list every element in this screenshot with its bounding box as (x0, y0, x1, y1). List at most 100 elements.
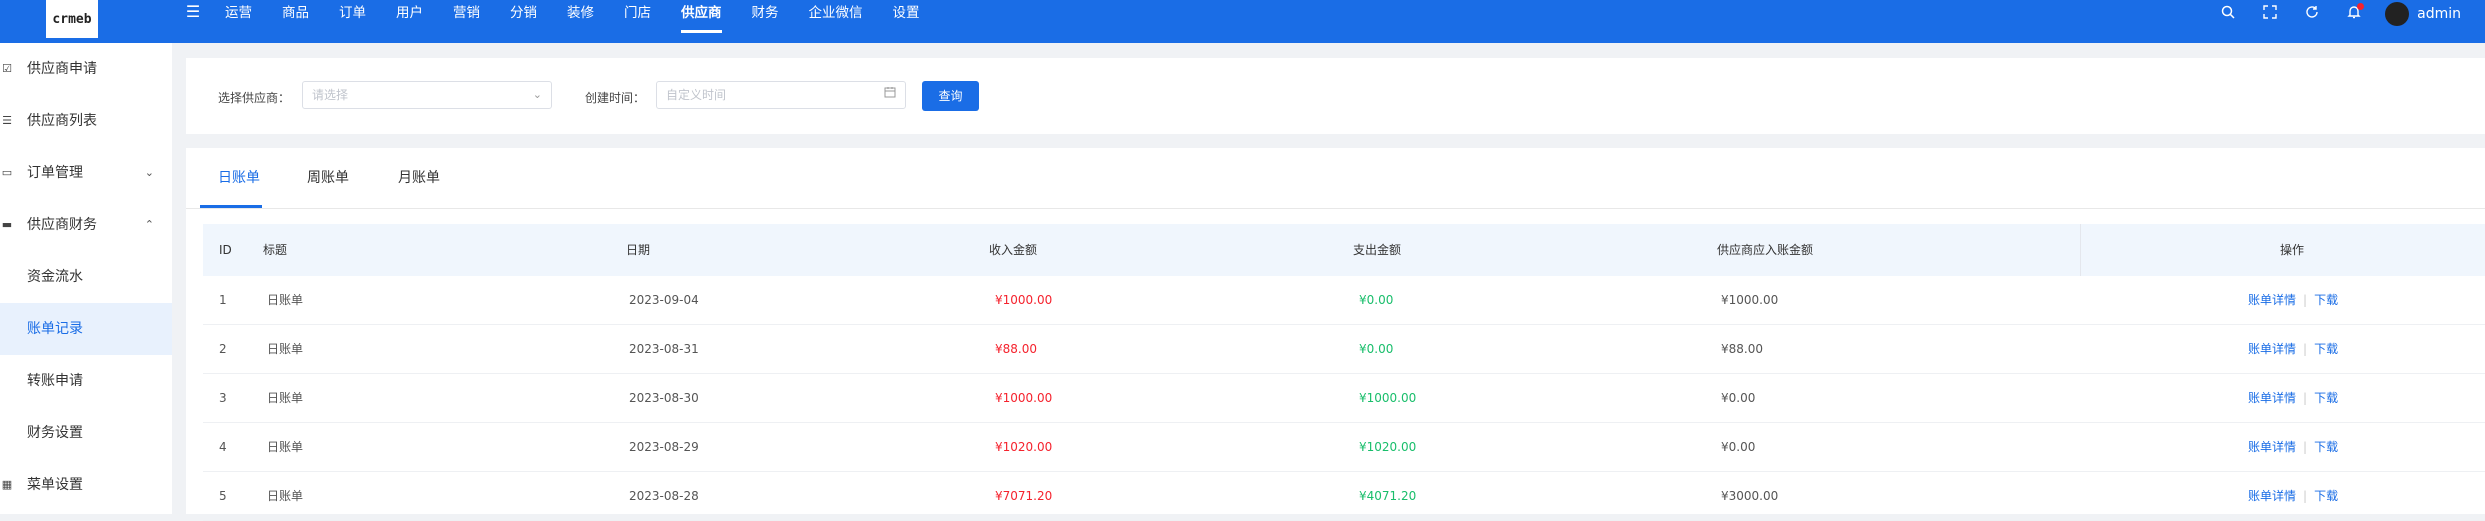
supplier-select[interactable]: 请选择 ⌄ (302, 81, 552, 109)
cell-actions: 账单详情 | 下载 (2248, 472, 2338, 520)
refresh-icon[interactable] (2301, 3, 2323, 25)
cell-income: ¥1000.00 (995, 391, 1053, 405)
cell-date: 2023-09-04 (629, 293, 699, 307)
cell-title: 日账单 (267, 342, 304, 356)
cell-expense: ¥4071.20 (1359, 489, 1417, 503)
cell-settle: ¥1000.00 (1721, 293, 1779, 307)
checkbox-icon: ☑ (2, 62, 12, 75)
bill-detail-link[interactable]: 账单详情 (2248, 489, 2296, 503)
cell-income: ¥1020.00 (995, 440, 1053, 454)
top-nav-item-supplier[interactable]: 供应商 (681, 0, 722, 33)
sidebar-item-bill-records[interactable]: 账单记录 (0, 303, 172, 355)
sidebar-item-supplier-finance[interactable]: ▬ 供应商财务 ⌃ (0, 199, 172, 251)
sidebar-item-label: 供应商财务 (27, 217, 97, 233)
cell-id: 4 (219, 440, 227, 454)
cell-date: 2023-08-29 (629, 440, 699, 454)
cell-id: 2 (219, 342, 227, 356)
cell-expense: ¥1000.00 (1359, 391, 1417, 405)
grid-icon: ▦ (1, 478, 13, 491)
menu-fold-icon[interactable]: ☰ (184, 3, 202, 21)
sidebar-item-label: 转账申请 (27, 373, 83, 389)
bill-detail-link[interactable]: 账单详情 (2248, 293, 2296, 307)
sidebar: ☑ 供应商申请 ☰ 供应商列表 ▭ 订单管理 ⌄ ▬ 供应商财务 ⌃ 资金流水 … (0, 43, 172, 514)
top-nav-item-finance[interactable]: 财务 (752, 0, 779, 27)
top-nav-item-user[interactable]: 用户 (396, 0, 423, 27)
top-nav-item-marketing[interactable]: 营销 (453, 0, 480, 27)
bill-detail-link[interactable]: 账单详情 (2248, 342, 2296, 356)
column-header-id: ID (219, 243, 232, 257)
cell-actions: 账单详情 | 下载 (2248, 325, 2338, 373)
top-nav-item-settings[interactable]: 设置 (893, 0, 920, 27)
column-header-expense: 支出金额 (1353, 243, 1402, 257)
sidebar-item-order-management[interactable]: ▭ 订单管理 ⌄ (0, 147, 172, 199)
tab-weekly-bill[interactable]: 周账单 (307, 148, 349, 208)
bill-detail-link[interactable]: 账单详情 (2248, 440, 2296, 454)
bill-panel: 日账单 周账单 月账单 ID 标题 日期 收入金额 支出金额 供应商应入账金额 … (186, 148, 2485, 521)
tab-monthly-bill[interactable]: 月账单 (398, 148, 440, 208)
cell-id: 5 (219, 489, 227, 503)
action-separator: | (2303, 391, 2308, 405)
chevron-up-icon: ⌃ (144, 218, 154, 231)
supplier-filter-label: 选择供应商： (218, 91, 291, 105)
supplier-select-placeholder: 请选择 (312, 88, 349, 102)
cell-expense: ¥1020.00 (1359, 440, 1417, 454)
bill-table: ID 标题 日期 收入金额 支出金额 供应商应入账金额 操作 1 日账单 202… (203, 224, 2485, 521)
download-link[interactable]: 下载 (2314, 342, 2338, 356)
finance-icon: ▬ (1, 218, 13, 231)
cell-settle: ¥0.00 (1721, 391, 1756, 405)
cell-title: 日账单 (267, 440, 304, 454)
sidebar-item-fund-flow[interactable]: 资金流水 (0, 251, 172, 303)
download-link[interactable]: 下载 (2314, 391, 2338, 405)
bell-icon[interactable] (2343, 3, 2365, 25)
notification-dot (2357, 3, 2365, 10)
search-button[interactable]: 查询 (922, 81, 979, 111)
download-link[interactable]: 下载 (2314, 440, 2338, 454)
download-link[interactable]: 下载 (2314, 489, 2338, 503)
tab-daily-bill[interactable]: 日账单 (218, 148, 260, 208)
logo[interactable]: crmeb (46, 0, 98, 38)
date-range-picker[interactable]: 自定义时间 (656, 81, 906, 109)
sidebar-item-label: 订单管理 (27, 165, 83, 181)
order-icon: ▭ (1, 166, 13, 179)
cell-expense: ¥0.00 (1359, 293, 1394, 307)
search-icon[interactable] (2217, 3, 2239, 25)
cell-title: 日账单 (267, 489, 304, 503)
download-link[interactable]: 下载 (2314, 293, 2338, 307)
sidebar-item-label: 财务设置 (27, 425, 83, 441)
top-nav-item-distribution[interactable]: 分销 (510, 0, 537, 27)
top-nav-item-store[interactable]: 门店 (624, 0, 651, 27)
sidebar-item-supplier-list[interactable]: ☰ 供应商列表 (0, 95, 172, 147)
bill-detail-link[interactable]: 账单详情 (2248, 391, 2296, 405)
top-nav-item-order[interactable]: 订单 (339, 0, 366, 27)
top-nav-item-decoration[interactable]: 装修 (567, 0, 594, 27)
table-row: 2 日账单 2023-08-31 ¥88.00 ¥0.00 ¥88.00 账单详… (203, 325, 2485, 374)
chevron-down-icon: ⌄ (532, 88, 542, 101)
table-header: ID 标题 日期 收入金额 支出金额 供应商应入账金额 操作 (203, 224, 2485, 276)
cell-id: 3 (219, 391, 227, 405)
chevron-down-icon: ⌄ (144, 166, 154, 179)
sidebar-item-transfer-apply[interactable]: 转账申请 (0, 355, 172, 407)
fullscreen-icon[interactable] (2259, 3, 2281, 25)
cell-settle: ¥0.00 (1721, 440, 1756, 454)
top-nav-item-product[interactable]: 商品 (282, 0, 309, 27)
cell-id: 1 (219, 293, 227, 307)
top-nav-item-operation[interactable]: 运营 (225, 0, 252, 27)
action-separator: | (2303, 440, 2308, 454)
cell-actions: 账单详情 | 下载 (2248, 423, 2338, 471)
avatar[interactable] (2385, 2, 2410, 26)
cell-settle: ¥88.00 (1721, 342, 1763, 356)
column-divider (2080, 224, 2081, 276)
sidebar-item-menu-settings[interactable]: ▦ 菜单设置 (0, 459, 172, 511)
sidebar-item-supplier-apply[interactable]: ☑ 供应商申请 (0, 43, 172, 95)
list-icon: ☰ (2, 114, 12, 127)
cell-expense: ¥0.00 (1359, 342, 1394, 356)
top-nav-item-wecom[interactable]: 企业微信 (809, 0, 863, 27)
top-nav: 运营 商品 订单 用户 营销 分销 装修 门店 供应商 财务 企业微信 设置 (225, 0, 950, 43)
cell-date: 2023-08-28 (629, 489, 699, 503)
sidebar-item-label: 供应商申请 (27, 61, 97, 77)
username[interactable]: admin (2417, 6, 2461, 22)
action-separator: | (2303, 342, 2308, 356)
sidebar-item-finance-settings[interactable]: 财务设置 (0, 407, 172, 459)
cell-income: ¥88.00 (995, 342, 1037, 356)
action-separator: | (2303, 489, 2308, 503)
